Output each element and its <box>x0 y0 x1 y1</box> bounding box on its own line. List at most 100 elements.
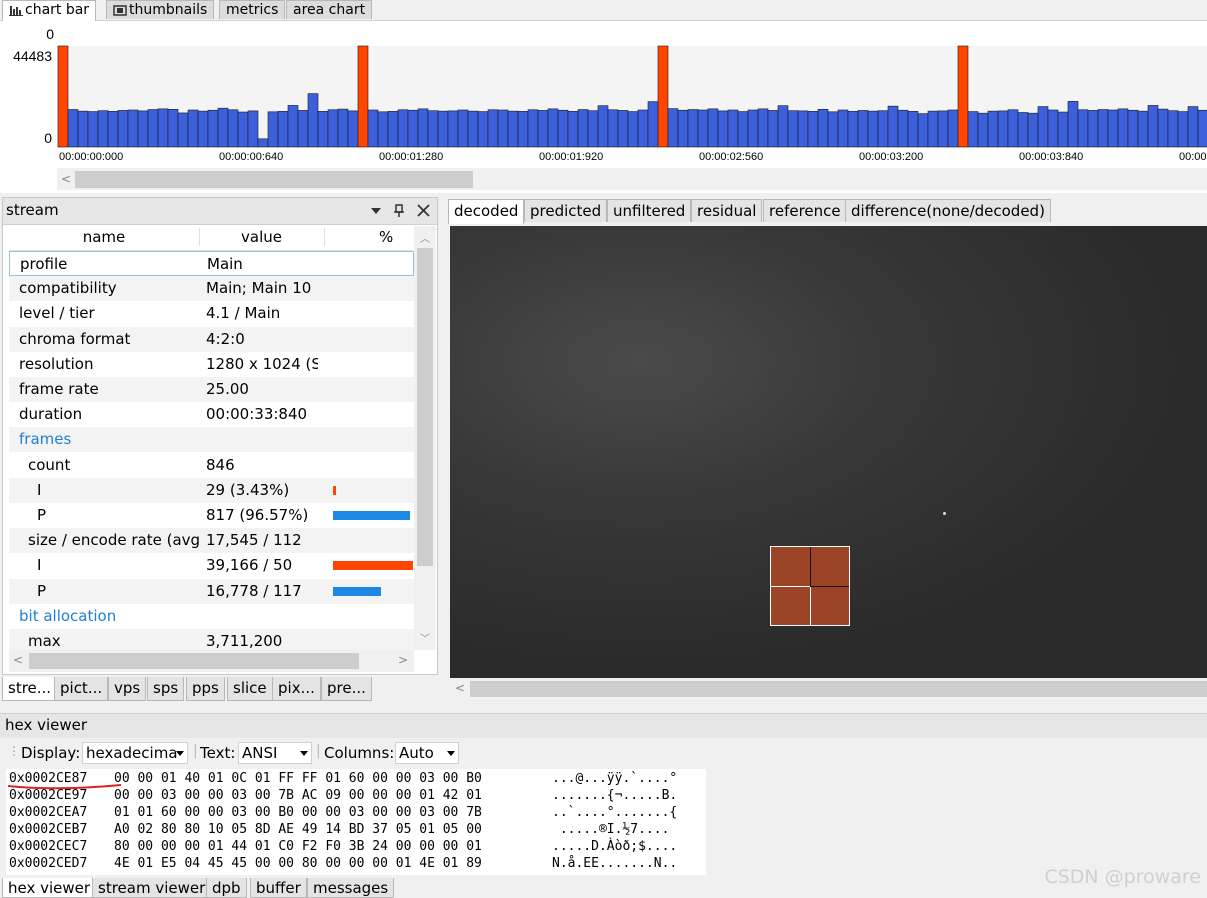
bar-p-frame[interactable] <box>397 109 409 148</box>
scrollbar-thumb[interactable] <box>29 653 359 669</box>
bar-p-frame[interactable] <box>157 108 169 148</box>
bar-p-frame[interactable] <box>1017 112 1029 148</box>
tab-difference[interactable]: difference(none/decoded) <box>845 199 1051 222</box>
bar-p-frame[interactable] <box>507 110 519 148</box>
tab-chart-bar[interactable]: chart bar <box>2 0 97 21</box>
bar-p-frame[interactable] <box>1087 110 1099 148</box>
scrollbar-thumb[interactable] <box>75 171 473 188</box>
bar-p-frame[interactable] <box>547 108 559 148</box>
bar-p-frame[interactable] <box>227 109 239 148</box>
tab-pps[interactable]: pps <box>186 677 225 701</box>
bar-p-frame[interactable] <box>767 110 779 148</box>
bar-p-frame[interactable] <box>1147 105 1159 148</box>
tab-stream-viewer[interactable]: stream viewer <box>92 878 212 898</box>
bar-p-frame[interactable] <box>1137 110 1149 148</box>
bar-p-frame[interactable] <box>317 111 329 148</box>
table-row[interactable]: count 846 <box>9 453 414 478</box>
bar-p-frame[interactable] <box>727 109 739 148</box>
bar-p-frame[interactable] <box>1057 111 1069 148</box>
bar-p-frame[interactable] <box>937 110 949 148</box>
bar-p-frame[interactable] <box>817 109 829 148</box>
viewer-horizontal-scrollbar[interactable]: < <box>450 678 1207 700</box>
bar-p-frame[interactable] <box>977 112 989 148</box>
bar-p-frame[interactable] <box>947 109 959 148</box>
tab-vps[interactable]: vps <box>108 677 147 701</box>
bar-p-frame[interactable] <box>237 111 249 148</box>
bar-i-frame[interactable] <box>57 45 69 148</box>
close-icon[interactable] <box>417 204 430 217</box>
bar-p-frame[interactable] <box>257 138 269 148</box>
bar-p-frame[interactable] <box>477 111 489 148</box>
bar-p-frame[interactable] <box>327 109 339 148</box>
bar-p-frame[interactable] <box>627 111 639 148</box>
scroll-down-arrow-icon[interactable]: ﹀ <box>420 630 430 645</box>
bar-p-frame[interactable] <box>1027 112 1039 148</box>
bar-p-frame[interactable] <box>1077 109 1089 148</box>
bar-p-frame[interactable] <box>537 110 549 148</box>
bar-p-frame[interactable] <box>597 105 609 148</box>
bar-p-frame[interactable] <box>487 109 499 148</box>
bar-p-frame[interactable] <box>897 109 909 148</box>
bar-p-frame[interactable] <box>517 111 529 148</box>
bar-p-frame[interactable] <box>997 110 1009 148</box>
bar-p-frame[interactable] <box>177 112 189 148</box>
scroll-left-arrow-icon[interactable]: < <box>455 681 465 695</box>
bar-p-frame[interactable] <box>1187 106 1199 148</box>
table-row[interactable]: P 817 (96.57%) <box>9 503 414 528</box>
tab-slice[interactable]: slice <box>227 677 273 701</box>
dropdown-arrow-icon[interactable] <box>371 208 381 214</box>
bar-p-frame[interactable] <box>637 109 649 148</box>
tab-messages[interactable]: messages <box>307 878 395 898</box>
bar-p-frame[interactable] <box>587 110 599 148</box>
scrollbar-thumb[interactable] <box>470 681 1207 697</box>
bar-p-frame[interactable] <box>677 109 689 148</box>
bar-p-frame[interactable] <box>1197 109 1207 148</box>
table-row[interactable]: chroma format 4:2:0 <box>9 326 414 352</box>
tab-picture[interactable]: pict... <box>54 677 109 701</box>
bar-p-frame[interactable] <box>97 110 109 148</box>
table-row[interactable]: duration 00:00:33:840 <box>9 402 414 427</box>
table-row[interactable]: level / tier 4.1 / Main <box>9 301 414 326</box>
table-vertical-scrollbar[interactable]: ︿ ﹀ <box>414 226 436 650</box>
bar-p-frame[interactable] <box>137 110 149 148</box>
table-row[interactable]: compatibility Main; Main 10 <box>9 276 414 302</box>
bar-p-frame[interactable] <box>107 111 119 148</box>
bar-p-frame[interactable] <box>907 111 919 148</box>
pin-icon[interactable] <box>393 204 405 218</box>
bar-p-frame[interactable] <box>1007 109 1019 148</box>
bar-p-frame[interactable] <box>347 110 359 148</box>
tab-sps[interactable]: sps <box>147 677 185 701</box>
scrollbar-thumb[interactable] <box>417 248 433 566</box>
bar-p-frame[interactable] <box>877 110 889 148</box>
bar-p-frame[interactable] <box>607 109 619 148</box>
bar-p-frame[interactable] <box>1067 101 1079 148</box>
bar-p-frame[interactable] <box>407 109 419 148</box>
chart-horizontal-scrollbar[interactable]: < <box>57 168 1207 190</box>
bar-p-frame[interactable] <box>1167 110 1179 148</box>
bar-p-frame[interactable] <box>1047 109 1059 148</box>
column-header-value[interactable]: value <box>199 228 325 246</box>
tab-unfiltered[interactable]: unfiltered <box>607 199 692 222</box>
bar-p-frame[interactable] <box>497 109 509 148</box>
columns-select[interactable]: Auto <box>395 742 459 764</box>
bar-p-frame[interactable] <box>797 110 809 148</box>
bar-p-frame[interactable] <box>1097 109 1109 148</box>
scroll-up-arrow-icon[interactable]: ︿ <box>420 230 430 245</box>
table-row[interactable]: P 16,778 / 117 <box>9 578 414 604</box>
frame-size-chart[interactable]: 00:00:00:000 00:00:00:640 00:00:01:280 00:0… <box>0 21 1207 193</box>
bar-p-frame[interactable] <box>667 108 679 148</box>
text-encoding-select[interactable]: ANSI <box>238 742 312 764</box>
bar-p-frame[interactable] <box>387 111 399 148</box>
table-row[interactable]: frames <box>9 427 414 453</box>
table-row[interactable]: size / encode rate (avg 17,545 / 112 <box>9 528 414 554</box>
tab-reference[interactable]: reference <box>763 199 847 222</box>
bar-p-frame[interactable] <box>437 110 449 148</box>
tab-thumbnails[interactable]: thumbnails <box>106 0 215 19</box>
bar-p-frame[interactable] <box>307 93 319 148</box>
hex-content[interactable]: 0x0002CE87 00 00 01 40 01 0C 01 FF FF 01 … <box>6 769 706 875</box>
table-row[interactable]: profile Main <box>9 251 414 276</box>
tab-dpb[interactable]: dpb <box>206 878 247 898</box>
bar-p-frame[interactable] <box>927 110 939 148</box>
tab-hex-viewer[interactable]: hex viewer <box>2 878 97 898</box>
display-select[interactable]: hexadecima <box>82 742 188 764</box>
